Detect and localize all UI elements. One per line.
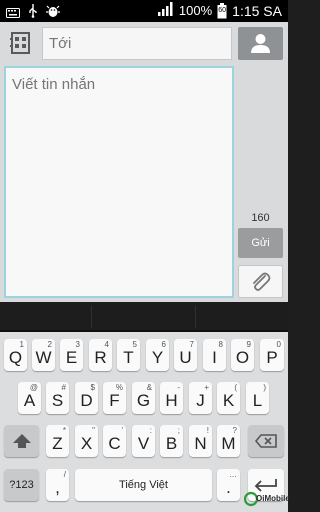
battery-icon: 60 <box>217 2 227 19</box>
key-e[interactable]: 3E <box>60 339 83 371</box>
keyboard: 1Q 2W 3E 4R 5T 6Y 7U 8I 9O 0P @ A # S $ D %… <box>0 332 288 512</box>
key-o[interactable]: 9O <box>231 339 254 371</box>
backspace-key[interactable] <box>248 425 284 457</box>
status-bar: 100% 60 1:15 SA <box>0 0 288 22</box>
android-debug-icon <box>46 4 60 23</box>
person-icon <box>250 33 271 59</box>
key-b[interactable]: ; B <box>160 425 183 457</box>
usb-icon <box>28 4 38 23</box>
signal-icon <box>157 2 174 19</box>
shift-arrow-icon <box>4 425 39 457</box>
shift-key[interactable] <box>4 425 39 457</box>
space-key[interactable]: Tiếng Việt <box>75 469 212 501</box>
key-k[interactable]: (K <box>217 382 240 414</box>
battery-icon-label: 60 <box>218 6 227 14</box>
key-i[interactable]: 8I <box>203 339 226 371</box>
recipient-field[interactable] <box>42 27 232 60</box>
key-h[interactable]: -H <box>160 382 183 414</box>
message-field[interactable] <box>4 66 234 298</box>
key-r[interactable]: 4R <box>89 339 112 371</box>
key-n[interactable]: ! N <box>189 425 212 457</box>
key-a[interactable]: @ A <box>18 382 41 414</box>
status-left-icons <box>6 4 60 23</box>
symbols-key[interactable]: ?123 <box>4 469 39 501</box>
message-input[interactable] <box>6 68 232 296</box>
key-d[interactable]: $ D <box>75 382 98 414</box>
paperclip-icon <box>250 271 272 298</box>
suggestion-strip <box>0 302 288 332</box>
key-t[interactable]: 5T <box>117 339 140 371</box>
key-p[interactable]: 0P <box>260 339 284 371</box>
backspace-icon <box>248 425 284 457</box>
suggestion-slot[interactable] <box>196 306 288 328</box>
keyboard-icon <box>6 5 20 23</box>
attach-button[interactable] <box>238 265 283 298</box>
battery-percent: 100% <box>178 3 213 18</box>
add-contact-button[interactable] <box>238 27 283 60</box>
key-l[interactable]: ) L <box>246 382 269 414</box>
period-key[interactable]: … . <box>217 469 240 501</box>
key-j[interactable]: + J <box>189 382 212 414</box>
contact-grid-icon <box>8 32 34 60</box>
key-f[interactable]: % F <box>103 382 126 414</box>
key-q[interactable]: 1Q <box>4 339 27 371</box>
contact-grid-button[interactable] <box>8 30 34 56</box>
key-x[interactable]: " X <box>75 425 98 457</box>
send-button[interactable]: Gửi <box>238 228 283 258</box>
suggestion-slot[interactable] <box>92 306 196 328</box>
key-s[interactable]: # S <box>46 382 69 414</box>
comma-key[interactable]: / , <box>46 469 69 501</box>
compose-area: 160 Gửi <box>0 22 288 302</box>
recipient-input[interactable] <box>43 28 231 59</box>
key-v[interactable]: :V <box>132 425 155 457</box>
char-counter: 160 <box>251 212 270 224</box>
key-m[interactable]: ? M <box>217 425 240 457</box>
watermark-logo: OiMobile <box>243 488 290 510</box>
watermark-text: OiMobile <box>256 494 290 503</box>
key-u[interactable]: 7U <box>174 339 197 371</box>
key-z[interactable]: * Z <box>46 425 69 457</box>
suggestion-slot[interactable] <box>0 306 92 328</box>
clock: 1:15 SA <box>232 2 282 19</box>
key-c[interactable]: ' C <box>103 425 126 457</box>
status-right: 100% 60 1:15 SA <box>157 2 282 19</box>
key-y[interactable]: 6Y <box>146 339 169 371</box>
key-w[interactable]: 2W <box>32 339 55 371</box>
key-g[interactable]: & G <box>132 382 155 414</box>
